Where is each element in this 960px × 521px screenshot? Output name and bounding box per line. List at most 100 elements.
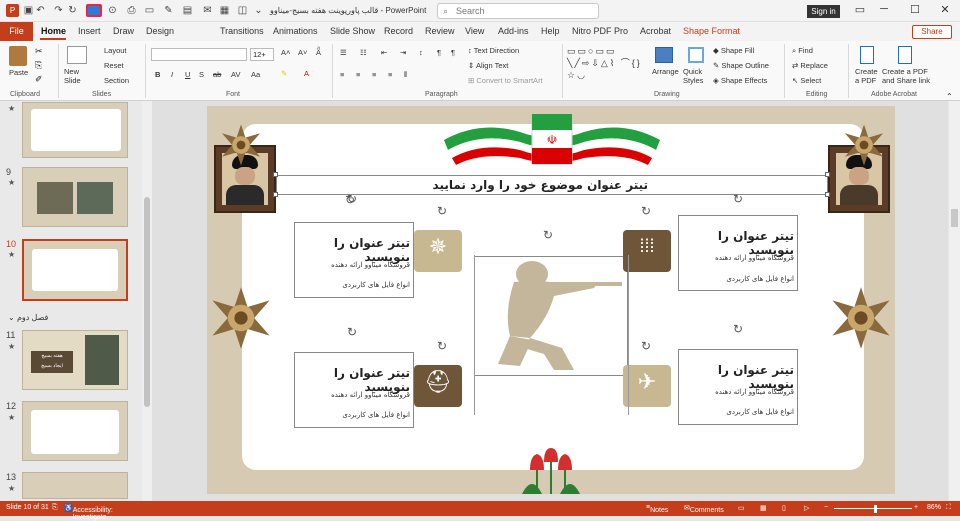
- slideshow-view-icon[interactable]: ▷: [804, 504, 809, 512]
- medal-icon-box[interactable]: ✵: [414, 230, 462, 272]
- airplane-icon-box[interactable]: ✈: [623, 365, 671, 407]
- rotate-handle-icon[interactable]: ↻: [641, 339, 651, 353]
- tab-help[interactable]: Help: [541, 26, 560, 36]
- shape-effects-button[interactable]: ◈ Shape Effects: [713, 76, 767, 85]
- section-heading[interactable]: ⌄ فصل دوم: [8, 313, 48, 322]
- create-pdf-icon[interactable]: [860, 46, 874, 64]
- slide-thumbnail-12[interactable]: [22, 401, 128, 461]
- canvas-scrollbar-thumb[interactable]: [951, 209, 958, 227]
- italic-icon[interactable]: I: [171, 70, 173, 79]
- convert-smartart-button[interactable]: ⊞ Convert to SmartArt: [468, 76, 543, 85]
- helmet-icon-box[interactable]: ⛑: [414, 365, 462, 407]
- strikethrough-icon[interactable]: ab: [213, 70, 221, 79]
- accessibility-status[interactable]: ♿ Accessibility: Investigate: [64, 504, 113, 521]
- slide-thumbnail-11[interactable]: هفته بسیج ایجاد بسیج: [22, 330, 128, 390]
- open-icon[interactable]: ▭: [143, 4, 156, 17]
- arrange-icon[interactable]: [655, 47, 673, 63]
- layout-button[interactable]: Layout: [104, 46, 127, 55]
- resize-handle[interactable]: [273, 172, 278, 177]
- redo-icon[interactable]: ↷: [52, 4, 65, 17]
- repeat-icon[interactable]: ↻: [66, 4, 79, 17]
- sign-in-button[interactable]: Sign in: [807, 5, 840, 18]
- tab-insert[interactable]: Insert: [78, 26, 101, 36]
- tab-draw[interactable]: Draw: [113, 26, 134, 36]
- char-spacing-icon[interactable]: AV: [231, 70, 240, 79]
- tab-slide-show[interactable]: Slide Show: [330, 26, 375, 36]
- ammo-icon-box[interactable]: ⁞⁞⁞: [623, 230, 671, 272]
- slide-main-title[interactable]: تیتر عنوان موضوع خود را وارد نمایید: [276, 178, 648, 192]
- font-size-select[interactable]: 12+: [250, 48, 274, 61]
- tab-home[interactable]: Home: [41, 26, 66, 36]
- zoom-in-icon[interactable]: +: [914, 504, 918, 511]
- share-button[interactable]: Share: [912, 25, 952, 39]
- paste-icon[interactable]: [9, 46, 27, 66]
- slide-thumbnail-13[interactable]: [22, 472, 128, 499]
- line-spacing-icon[interactable]: ↕: [419, 48, 423, 57]
- resize-handle[interactable]: [825, 172, 830, 177]
- minimize-icon[interactable]: ─: [875, 3, 893, 15]
- tab-animations[interactable]: Animations: [273, 26, 318, 36]
- reading-view-icon[interactable]: ▯: [782, 504, 786, 512]
- tab-nitro-pdf[interactable]: Nitro PDF Pro: [572, 26, 628, 36]
- increase-indent-icon[interactable]: ⇥: [400, 48, 406, 57]
- section-button[interactable]: Section: [104, 76, 129, 85]
- zoom-out-icon[interactable]: −: [824, 504, 828, 511]
- shapes-gallery[interactable]: ▭▭○▭▭ ╲╱⇨⇩△⌇ ⌒{}☆◡: [567, 45, 643, 85]
- rotate-handle-icon[interactable]: ↻: [733, 192, 743, 206]
- card-line[interactable]: فروشگاه میناوو ارائه دهنده: [294, 261, 410, 269]
- quick-styles-icon[interactable]: [688, 47, 704, 63]
- card-title[interactable]: تیتر عنوان را بنویسید: [294, 236, 410, 264]
- tab-file[interactable]: File: [0, 22, 33, 41]
- slide-thumbnail-10[interactable]: [22, 239, 128, 301]
- new-slide-button[interactable]: New Slide: [64, 67, 90, 85]
- card-line[interactable]: فروشگاه میناوو ارائه دهنده: [294, 391, 410, 399]
- notes-button[interactable]: ≡ Notes: [646, 504, 668, 514]
- rotate-handle-icon[interactable]: ↻: [437, 339, 447, 353]
- fit-to-window-icon[interactable]: ⛶: [946, 504, 951, 512]
- bold-icon[interactable]: B: [155, 70, 160, 79]
- tab-review[interactable]: Review: [425, 26, 455, 36]
- underline-icon[interactable]: U: [185, 70, 190, 79]
- card-title[interactable]: تیتر عنوان را بنویسید: [294, 366, 410, 394]
- font-color-icon[interactable]: A: [304, 69, 309, 78]
- card-line[interactable]: فروشگاه میناوو ارائه دهنده: [678, 388, 794, 396]
- email-icon[interactable]: ✉: [201, 4, 214, 17]
- slide-thumbnail-8[interactable]: [22, 102, 128, 158]
- text-direction-button[interactable]: ↕ Text Direction: [468, 46, 519, 55]
- align-right-icon[interactable]: ≡: [372, 70, 376, 79]
- table-icon[interactable]: ▦: [218, 4, 231, 17]
- rotate-handle-icon[interactable]: ↻: [437, 204, 447, 218]
- decrease-font-icon[interactable]: A˅: [298, 48, 307, 57]
- quick-styles-button[interactable]: Quick Styles: [683, 67, 713, 85]
- tab-transitions[interactable]: Transitions: [220, 26, 264, 36]
- align-text-button[interactable]: ⇕ Align Text: [468, 61, 508, 70]
- more-icon[interactable]: ⌄: [252, 4, 265, 17]
- new-slide-icon[interactable]: [67, 46, 87, 64]
- create-pdf-button[interactable]: Create a PDF: [855, 67, 881, 85]
- ltr-icon[interactable]: ¶: [437, 48, 441, 57]
- justify-icon[interactable]: ≡: [388, 70, 392, 79]
- create-share-pdf-icon[interactable]: [898, 46, 912, 64]
- shape-outline-button[interactable]: ✎ Shape Outline: [713, 61, 769, 70]
- arrange-button[interactable]: Arrange: [652, 67, 679, 76]
- tab-design[interactable]: Design: [146, 26, 174, 36]
- rtl-icon[interactable]: ¶: [451, 48, 455, 57]
- zoom-slider[interactable]: [834, 508, 912, 509]
- select-button[interactable]: ↖ Select: [792, 76, 821, 85]
- cut-icon[interactable]: ✂: [35, 46, 47, 57]
- rotate-handle-icon[interactable]: ↻: [543, 228, 553, 242]
- slide-thumbnail-9[interactable]: [22, 167, 128, 227]
- spell-icon[interactable]: ✎: [162, 4, 175, 17]
- card-line[interactable]: انواع فایل های کاربردی: [294, 281, 410, 289]
- replace-button[interactable]: ⇄ Replace: [792, 61, 828, 70]
- reset-button[interactable]: Reset: [104, 61, 124, 70]
- start-slideshow-icon[interactable]: [86, 4, 102, 17]
- decrease-indent-icon[interactable]: ⇤: [381, 48, 387, 57]
- find-button[interactable]: ⌕ Find: [792, 46, 813, 56]
- tab-add-ins[interactable]: Add-ins: [498, 26, 529, 36]
- change-case-icon[interactable]: Aa: [251, 70, 260, 79]
- copy-icon[interactable]: ⎘: [35, 60, 47, 71]
- tab-view[interactable]: View: [465, 26, 484, 36]
- rotate-handle-icon[interactable]: ↻: [641, 204, 651, 218]
- numbering-icon[interactable]: ☷: [360, 48, 367, 57]
